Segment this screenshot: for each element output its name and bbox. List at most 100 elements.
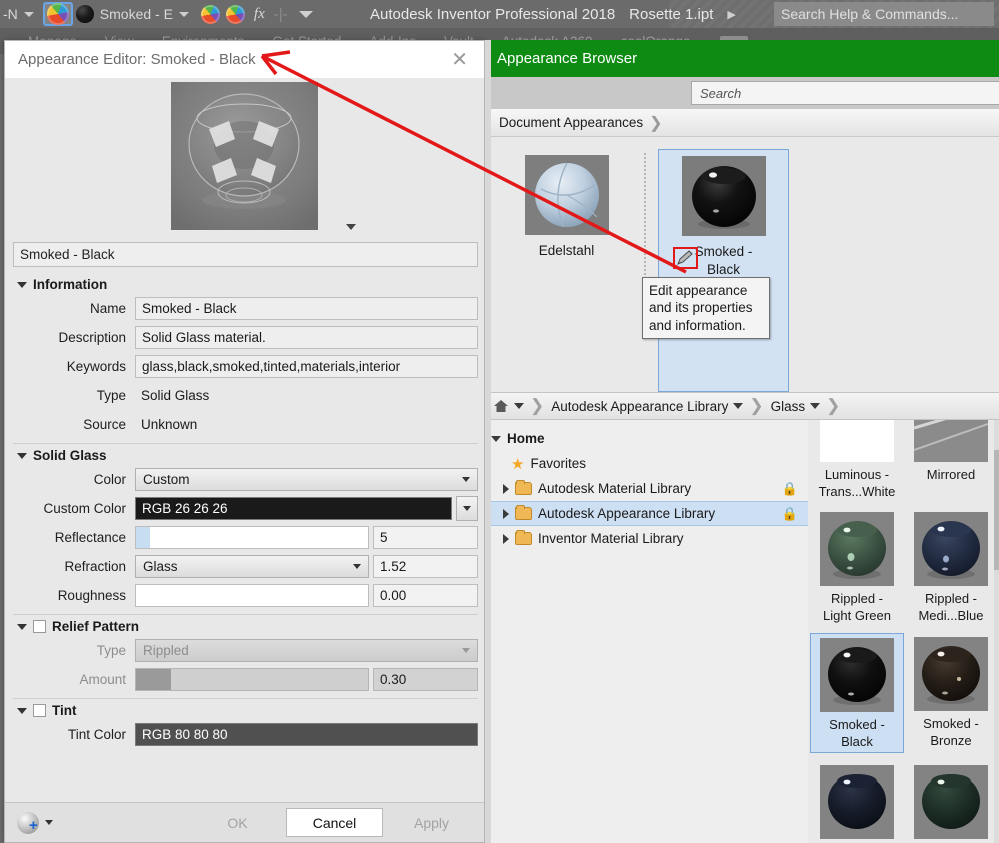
section-title-tint: Tint (52, 703, 77, 718)
folder-icon (515, 505, 532, 520)
swatch-tint-color[interactable]: RGB 80 80 80 (135, 723, 478, 746)
label-color: Color (93, 472, 126, 487)
asset-smoked-black[interactable]: Smoked - Black (658, 149, 789, 392)
section-header-information[interactable]: Information (13, 273, 478, 296)
chevron-down-icon[interactable] (45, 820, 53, 825)
tree-label-home: Home (507, 431, 545, 446)
close-icon[interactable]: ✕ (445, 50, 474, 70)
triangle-right-icon[interactable] (503, 483, 509, 494)
edit-appearance-pencil-highlight[interactable] (673, 247, 698, 269)
appearance-clear-button[interactable] (223, 2, 248, 26)
preview-options-icon[interactable] (346, 224, 356, 230)
library-asset-rippled-medium-blue[interactable]: Rippled - Medi...Blue (904, 508, 998, 626)
library-tree: Home ★ Favorites Autodesk Material Libra… (485, 420, 808, 843)
dark-green-thumbnail (914, 764, 988, 839)
swatch-custom-color[interactable]: RGB 26 26 26 (135, 497, 452, 520)
breadcrumb-item-library[interactable]: Autodesk Appearance Library (551, 399, 728, 414)
tab-document-appearances[interactable]: Document Appearances (485, 115, 653, 130)
tree-node-autodesk-material-library[interactable]: Autodesk Material Library 🔒 (485, 476, 808, 501)
appearance-browser-panel: Appearance Browser Search Document Appea… (485, 40, 999, 843)
section-header-tint[interactable]: Tint (13, 698, 478, 722)
asset-grid-scrollbar[interactable] (994, 420, 999, 843)
app-title: Autodesk Inventor Professional 2018 (370, 5, 616, 23)
asset-edelstahl[interactable]: Edelstahl (501, 149, 632, 392)
material-preview-image[interactable] (171, 82, 318, 230)
browser-title-text: Appearance Browser (497, 50, 638, 67)
tree-node-favorites[interactable]: ★ Favorites (485, 451, 808, 476)
library-asset-partial-dark-blue[interactable] (810, 761, 904, 841)
chevron-down-icon[interactable] (514, 403, 524, 409)
dropdown-color-value: Custom (143, 472, 190, 487)
row-keywords: Keywords glass,black,smoked,tinted,mater… (13, 354, 478, 379)
grid-row-4 (810, 761, 999, 841)
slider-reflectance[interactable] (135, 526, 369, 549)
measure-icon[interactable]: -|- (274, 6, 288, 23)
chevron-down-icon[interactable] (810, 403, 821, 409)
label-keywords: Keywords (66, 359, 126, 374)
folder-icon (515, 480, 532, 495)
qat-overflow-icon[interactable] (298, 10, 313, 18)
library-asset-smoked-bronze[interactable]: Smoked - Bronze (904, 633, 998, 753)
preview-area (5, 78, 484, 242)
caption-line-2: Black (841, 733, 873, 749)
input-description[interactable]: Solid Glass material. (135, 326, 478, 349)
input-name[interactable]: Smoked - Black (135, 297, 478, 320)
home-icon[interactable] (493, 399, 509, 413)
label-reflectance: Reflectance (54, 530, 126, 545)
scrollbar-thumb[interactable] (994, 450, 999, 570)
tree-node-home[interactable]: Home (485, 426, 808, 451)
library-asset-luminous-trans-white[interactable]: Luminous - Trans...White (810, 420, 904, 502)
custom-color-dropdown-button[interactable] (456, 496, 478, 521)
rainbow-clear-icon (225, 4, 245, 24)
qat-material-combo[interactable]: Smoked - E (73, 2, 198, 26)
triangle-down-icon (491, 435, 501, 442)
appearance-apply-button[interactable] (198, 2, 223, 26)
tree-node-autodesk-appearance-library[interactable]: Autodesk Appearance Library 🔒 (485, 501, 808, 526)
input-refraction-index[interactable]: 1.52 (373, 555, 478, 578)
grid-row-3: Smoked - Black Smoked - Bronze (810, 632, 999, 753)
help-search-input[interactable]: Search Help & Commands... (774, 2, 994, 26)
input-reflectance[interactable]: 5 (373, 526, 478, 549)
smoked-black-thumbnail (681, 156, 766, 236)
asset-name-input[interactable] (13, 242, 478, 267)
triangle-right-icon[interactable] (503, 508, 509, 519)
appearance-rainbow-button[interactable] (42, 2, 73, 26)
new-appearance-icon[interactable] (17, 811, 39, 834)
library-asset-partial-dark-green[interactable] (904, 761, 998, 841)
library-asset-grid: Luminous - Trans...White Mirrored Ripple… (808, 420, 999, 843)
breadcrumb-item-glass[interactable]: Glass (771, 399, 806, 414)
caption-line-2: Trans...White (818, 484, 896, 500)
section-header-relief-pattern[interactable]: Relief Pattern (13, 614, 478, 638)
dropdown-refraction[interactable]: Glass (135, 555, 369, 578)
fx-icon[interactable]: fx (254, 6, 265, 23)
section-header-solid-glass[interactable]: Solid Glass (13, 443, 478, 467)
input-roughness[interactable]: 0.00 (373, 584, 478, 607)
caption-line-2: Bronze (930, 732, 972, 748)
row-relief-type: Type Rippled (13, 638, 478, 663)
triangle-right-icon[interactable] (503, 533, 509, 544)
ok-button[interactable]: OK (189, 808, 286, 837)
row-relief-amount: Amount 0.30 (13, 667, 478, 692)
library-asset-mirrored[interactable]: Mirrored (904, 420, 998, 502)
label-refraction: Refraction (64, 559, 126, 574)
tree-node-inventor-material-library[interactable]: Inventor Material Library (485, 526, 808, 551)
checkbox-tint[interactable] (33, 704, 46, 717)
asset-caption: Smoked - Black (695, 243, 753, 279)
library-asset-rippled-light-green[interactable]: Rippled - Light Green (810, 508, 904, 626)
chevron-down-icon[interactable] (23, 11, 34, 17)
slider-relief-amount-fill (136, 669, 171, 690)
pencil-icon[interactable] (675, 249, 696, 267)
apply-button[interactable]: Apply (383, 808, 480, 837)
asset-caption: Mirrored (927, 466, 975, 483)
browser-tab-bar: Document Appearances ❯ (485, 109, 999, 137)
library-asset-smoked-black[interactable]: Smoked - Black (810, 632, 904, 753)
checkbox-relief-pattern[interactable] (33, 620, 46, 633)
chevron-down-icon[interactable] (178, 11, 189, 17)
dropdown-color[interactable]: Custom (135, 468, 478, 491)
input-keywords[interactable]: glass,black,smoked,tinted,materials,inte… (135, 355, 478, 378)
cancel-button[interactable]: Cancel (286, 808, 383, 837)
value-source: Unknown (141, 417, 198, 432)
slider-roughness[interactable] (135, 584, 369, 607)
chevron-down-icon[interactable] (733, 403, 744, 409)
browser-search-input[interactable]: Search (691, 81, 999, 105)
